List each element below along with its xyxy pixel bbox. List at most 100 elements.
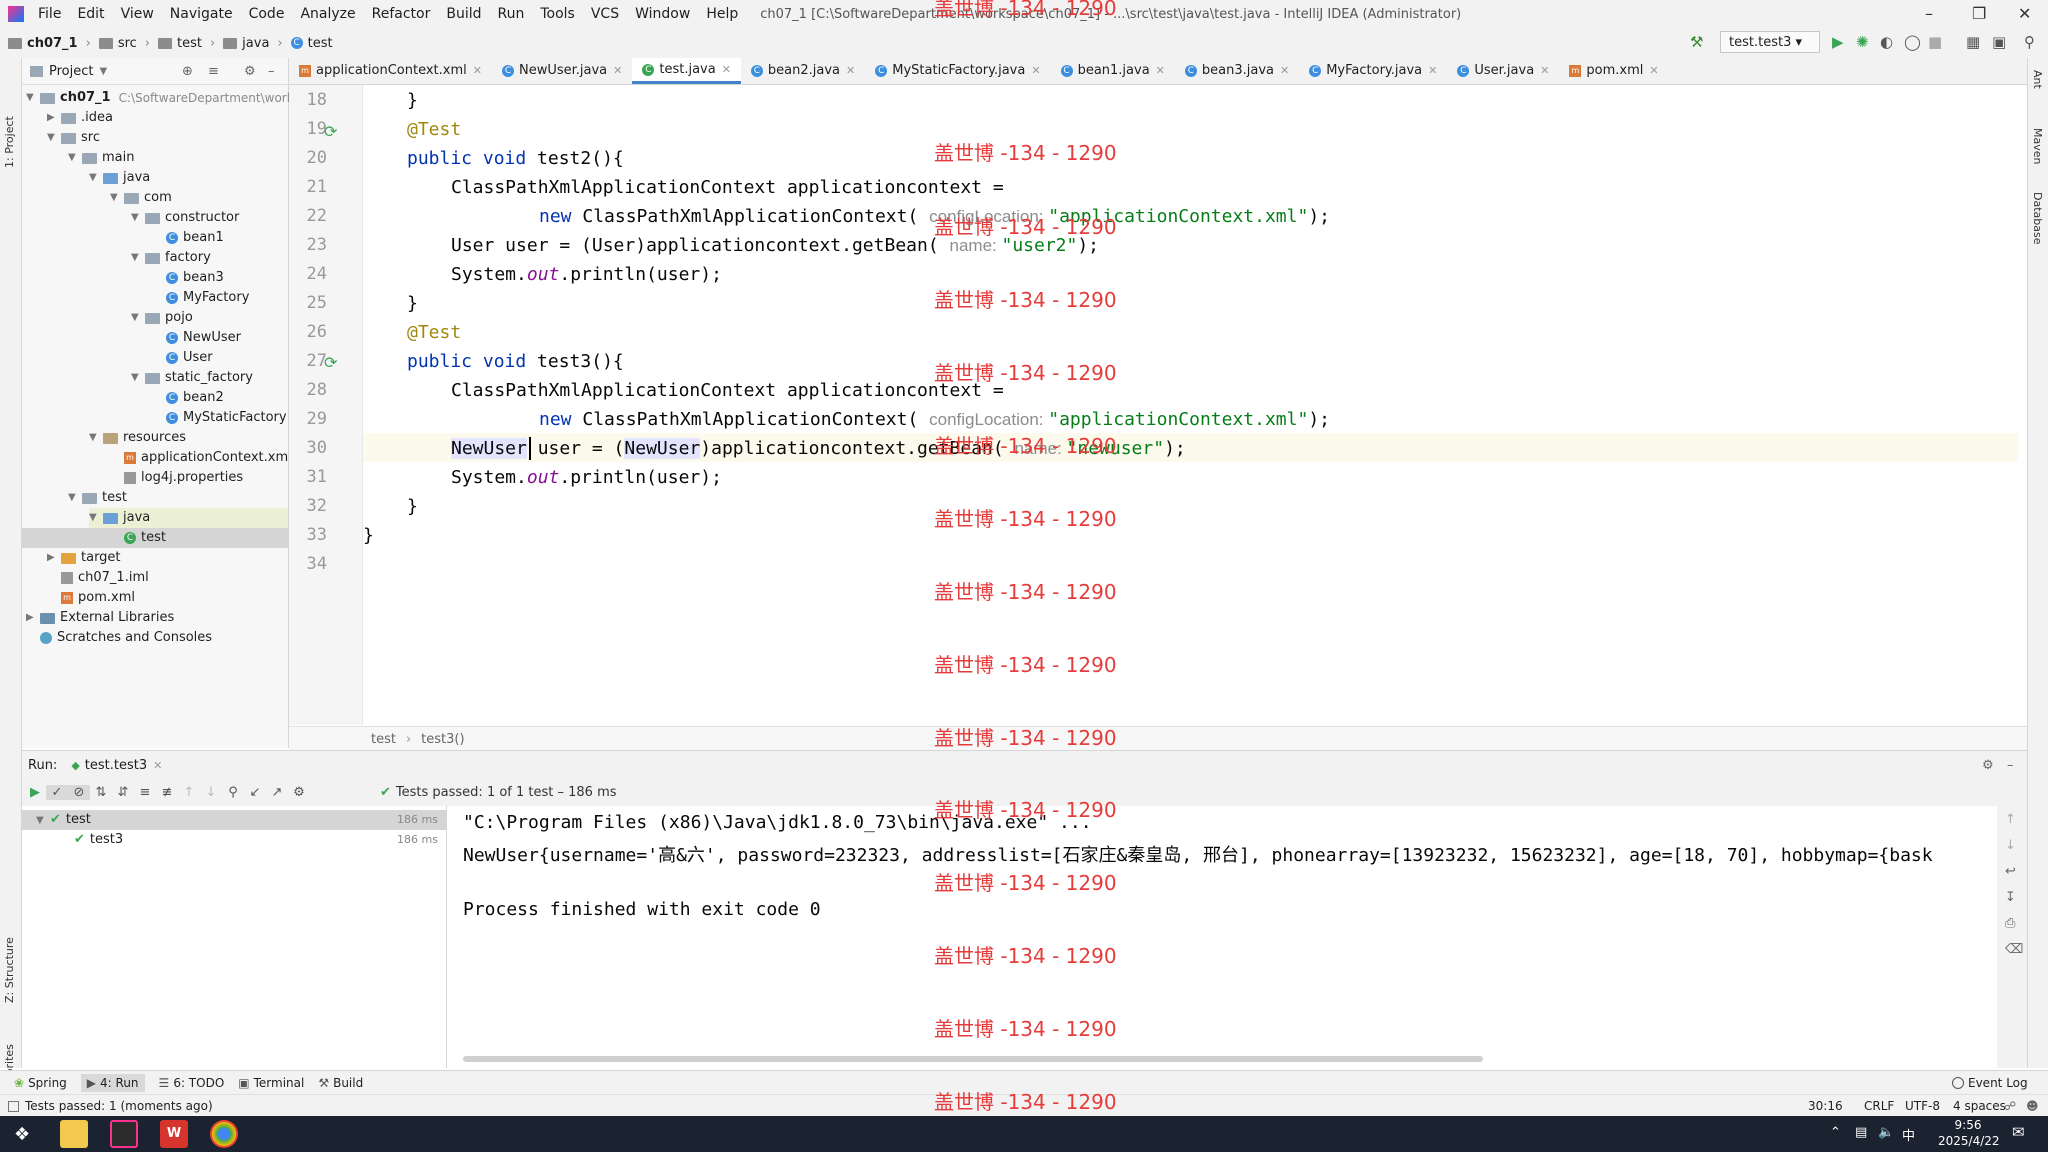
status-toggle-icon[interactable] — [8, 1100, 19, 1112]
previous-test-icon[interactable]: ↑ — [178, 785, 200, 800]
project-tree-node[interactable]: Cbean3 — [152, 268, 224, 288]
locate-icon[interactable]: ⊕ — [182, 64, 193, 79]
menu-item-analyze[interactable]: Analyze — [292, 6, 363, 22]
clock-date[interactable]: 2025/4/22 — [1938, 1134, 2000, 1148]
close-icon[interactable]: ✕ — [153, 759, 162, 772]
console-output[interactable]: "C:\Program Files (x86)\Java\jdk1.8.0_73… — [447, 806, 1997, 1068]
database-tool-button[interactable]: Database — [2031, 192, 2044, 245]
maven-tool-button[interactable]: Maven — [2031, 128, 2044, 164]
project-tree-node[interactable]: C MyFactory — [152, 288, 249, 308]
project-tree-node[interactable]: ch07_1.iml — [47, 568, 149, 588]
next-test-icon[interactable]: ↓ — [200, 785, 222, 800]
collapse-all-icon[interactable]: ≢ — [156, 785, 178, 800]
gear-icon[interactable]: ⚙ — [1982, 758, 1994, 773]
code-line[interactable]: } — [407, 86, 418, 115]
layout-icon[interactable]: ▣ — [1992, 33, 2006, 51]
project-tree-node[interactable]: ▼ static_factory — [131, 368, 253, 388]
code-line[interactable]: } — [363, 521, 374, 550]
menu-item-tools[interactable]: Tools — [532, 6, 583, 22]
scroll-up-icon[interactable]: ↑ — [2005, 812, 2016, 827]
editor-crumb[interactable]: test — [371, 732, 396, 747]
volume-icon[interactable]: 🔈 — [1878, 1125, 1894, 1140]
close-icon[interactable]: ✕ — [1428, 58, 1437, 84]
project-tree-node[interactable]: C MyStaticFactory — [152, 408, 287, 428]
bottom-tool-button[interactable]: ▶ 4: Run — [80, 1074, 145, 1092]
run-config-selector[interactable]: test.test3 ▾ — [1720, 31, 1820, 53]
search-icon[interactable]: ⚲ — [222, 785, 244, 800]
close-window-icon[interactable]: ✕ — [2018, 4, 2031, 23]
scroll-down-icon[interactable]: ↓ — [2005, 838, 2016, 853]
collapse-all-icon[interactable]: ≡ — [208, 64, 219, 79]
nav-crumb[interactable]: test › — [158, 36, 215, 51]
menu-item-vcs[interactable]: VCS — [583, 6, 627, 22]
windows-start-icon[interactable]: ❖ — [14, 1124, 30, 1145]
menu-item-view[interactable]: View — [113, 6, 162, 22]
project-tree-node[interactable]: C NewUser — [152, 328, 241, 348]
chevron-down-icon[interactable]: ▼ — [26, 88, 40, 108]
project-tree-node[interactable]: ▼ java — [89, 168, 150, 188]
ime-indicator[interactable]: 中 — [1902, 1125, 1915, 1144]
editor-tab[interactable]: m pom.xml ✕ — [1559, 58, 1668, 84]
project-tree-node[interactable]: ▼ ch07_1 C:\SoftwareDepartment\works — [26, 88, 300, 108]
chevron-down-icon[interactable]: ▼ — [131, 248, 145, 268]
wps-office-icon[interactable]: W — [160, 1120, 188, 1148]
project-tree-node[interactable]: ▼ java — [89, 508, 288, 528]
sort-alpha-icon[interactable]: ⇅ — [90, 785, 112, 800]
menu-item-window[interactable]: Window — [627, 6, 698, 22]
line-separator[interactable]: CRLF — [1864, 1099, 1894, 1113]
project-tree-node[interactable]: ▼ test — [68, 488, 127, 508]
chevron-right-icon[interactable]: ▶ — [47, 548, 61, 568]
notification-icon[interactable]: ✉ — [2012, 1123, 2025, 1141]
project-tree-node[interactable]: ▼ constructor — [131, 208, 239, 228]
run-tab[interactable]: ◆ test.test3 ✕ — [71, 758, 162, 773]
bottom-tool-button[interactable]: ☰ 6: TODO — [159, 1074, 225, 1092]
project-tree-node[interactable]: ▼ src — [47, 128, 100, 148]
project-tree-node[interactable]: ▼ resources — [89, 428, 186, 448]
print-icon[interactable]: ⎙ — [2005, 916, 2015, 931]
editor-tab[interactable]: C NewUser.java ✕ — [492, 58, 632, 84]
project-tree-node[interactable]: ▶ target — [47, 548, 121, 568]
editor-tab[interactable]: Ctest.java ✕ — [632, 58, 741, 84]
editor-tab[interactable]: Cbean3.java ✕ — [1175, 58, 1299, 84]
hide-panel-icon[interactable]: – — [2007, 758, 2014, 773]
code-line[interactable]: public void test3(){ — [407, 347, 624, 376]
chevron-down-icon[interactable]: ▼ — [99, 66, 107, 77]
code-line[interactable]: @Test — [407, 318, 461, 347]
nav-crumb[interactable]: ch07_1 › — [8, 36, 91, 51]
project-tree-node[interactable]: Cbean1 — [152, 228, 224, 248]
event-log-button[interactable]: Event Log — [1952, 1076, 2028, 1090]
indent-setting[interactable]: 4 spaces — [1953, 1099, 2006, 1113]
gear-icon[interactable]: ⚙ — [288, 785, 310, 800]
soft-wrap-icon[interactable]: ↩ — [2005, 864, 2016, 879]
menu-item-navigate[interactable]: Navigate — [162, 6, 241, 22]
bottom-tool-button[interactable]: ❀ Spring — [14, 1074, 67, 1092]
close-icon[interactable]: ✕ — [613, 58, 622, 84]
close-icon[interactable]: ✕ — [1156, 58, 1165, 84]
nav-crumb[interactable]: src › — [98, 36, 150, 51]
chevron-right-icon[interactable]: ▶ — [47, 108, 61, 128]
code-line[interactable]: ClassPathXmlApplicationContext applicati… — [451, 376, 1004, 405]
chevron-down-icon[interactable]: ▼ — [89, 168, 103, 188]
project-tree-node[interactable]: ▼ main — [68, 148, 134, 168]
search-everywhere-icon[interactable]: ⚲ — [2024, 33, 2035, 51]
project-tree-node[interactable]: ▶ .idea — [47, 108, 113, 128]
editor-tab[interactable]: C MyFactory.java ✕ — [1299, 58, 1447, 84]
network-icon[interactable]: ▤ — [1855, 1125, 1867, 1140]
project-tree-node[interactable]: ▼ factory — [131, 248, 211, 268]
menu-item-code[interactable]: Code — [241, 6, 293, 22]
expand-all-icon[interactable]: ≡ — [134, 785, 156, 800]
test-result-row[interactable]: ▼ ✔ test 186 ms — [22, 810, 446, 830]
coverage-icon[interactable]: ◐ — [1880, 33, 1893, 51]
project-tree-node[interactable]: Scratches and Consoles — [26, 628, 212, 648]
menu-item-run[interactable]: Run — [490, 6, 533, 22]
editor-tab[interactable]: m applicationContext.xml ✕ — [289, 58, 492, 84]
code-line[interactable]: System.out.println(user); — [451, 463, 722, 492]
chevron-down-icon[interactable]: ▼ — [36, 811, 50, 831]
project-tree-node[interactable]: ▼ com — [110, 188, 172, 208]
editor-tab[interactable]: C MyStaticFactory.java ✕ — [865, 58, 1050, 84]
clear-all-icon[interactable]: ⌫ — [2005, 942, 2023, 957]
chevron-down-icon[interactable]: ▼ — [131, 308, 145, 328]
gear-icon[interactable]: ⚙ — [244, 64, 256, 79]
export-tests-icon[interactable]: ↗ — [266, 785, 288, 800]
sort-duration-icon[interactable]: ⇵ — [112, 785, 134, 800]
